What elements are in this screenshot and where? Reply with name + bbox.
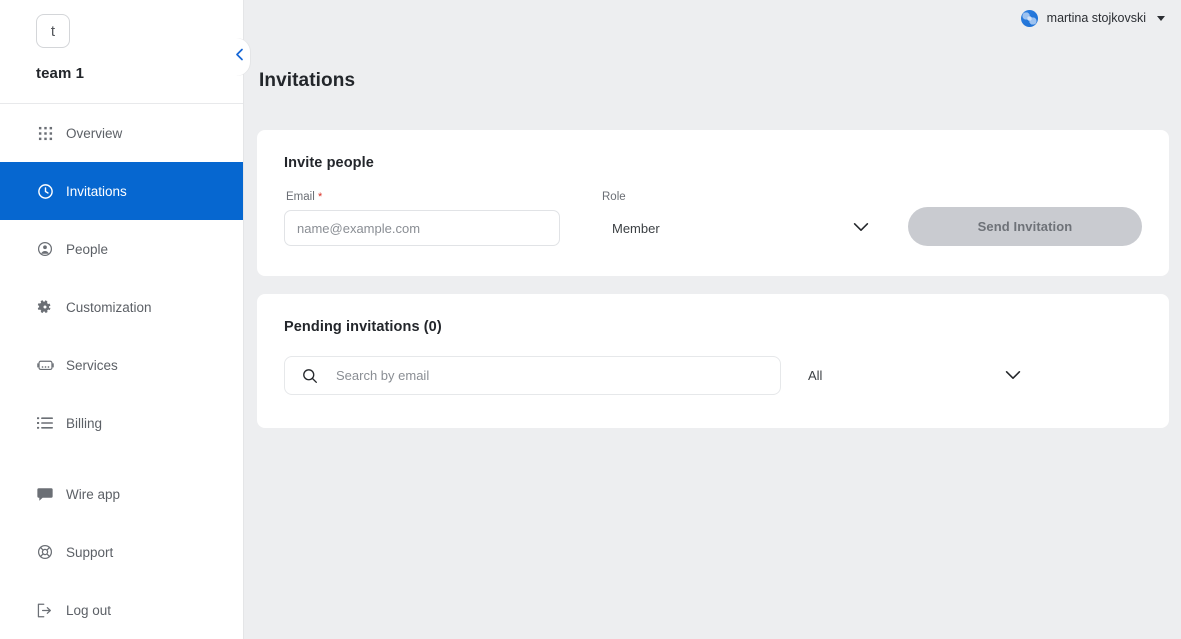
list-icon (36, 414, 54, 432)
email-label-text: Email (286, 191, 315, 204)
chevron-left-icon (235, 48, 244, 66)
page-title: Invitations (259, 69, 356, 91)
team-logo-letter: t (50, 22, 56, 40)
email-label: Email * (284, 191, 560, 203)
sidebar-collapse-button[interactable] (228, 38, 250, 76)
role-select[interactable]: Member (600, 210, 876, 246)
sidebar-item-label: Log out (66, 602, 112, 618)
email-field-group: Email * (284, 191, 560, 247)
role-label: Role (602, 191, 626, 204)
sidebar-item-customization[interactable]: Customization (0, 278, 243, 336)
chevron-down-icon (1005, 367, 1021, 385)
avatar (1020, 9, 1038, 27)
person-circle-icon (36, 240, 54, 258)
robot-icon (36, 356, 54, 374)
status-filter-value: All (808, 368, 823, 384)
gear-icon (36, 298, 54, 316)
status-filter-select[interactable]: All (808, 358, 1028, 394)
search-icon (302, 368, 318, 384)
sidebar-item-label: Wire app (66, 486, 121, 502)
email-input[interactable] (284, 210, 560, 247)
sidebar-item-people[interactable]: People (0, 220, 243, 278)
sidebar-item-wire-app[interactable]: Wire app (0, 465, 243, 523)
content-area: Invite people Email * Role Member (244, 104, 1181, 429)
sidebar-item-label: Overview (66, 125, 123, 141)
search-input[interactable] (334, 367, 780, 385)
logout-icon (36, 601, 54, 619)
team-logo[interactable]: t (36, 14, 70, 48)
app-root: t team 1 Overview Invitations People Cus… (0, 0, 1181, 639)
sidebar-item-support[interactable]: Support (0, 523, 243, 581)
sidebar-item-label: Billing (66, 415, 103, 431)
sidebar-item-label: People (66, 241, 109, 257)
required-asterisk: * (317, 191, 323, 204)
role-field-group: Role Member (600, 191, 876, 246)
grid-dots-icon (36, 124, 54, 142)
sidebar-item-label: Invitations (66, 183, 127, 199)
role-selected-value: Member (612, 220, 660, 236)
sidebar-item-label: Services (66, 357, 118, 373)
sidebar-item-billing[interactable]: Billing (0, 394, 243, 452)
team-name: team 1 (36, 65, 85, 82)
nav-divider-space (0, 452, 243, 465)
sidebar-header: t team 1 (0, 0, 243, 104)
pending-filter-row: All (257, 335, 1169, 428)
search-box[interactable] (284, 356, 781, 396)
lifebuoy-icon (36, 543, 54, 561)
user-menu[interactable]: martina stojkovski (1020, 9, 1165, 27)
invite-people-title: Invite people (284, 155, 374, 172)
chevron-down-icon (853, 219, 869, 237)
user-name: martina stojkovski (1046, 11, 1146, 25)
send-invitation-button[interactable]: Send Invitation (908, 207, 1142, 247)
invite-people-card: Invite people Email * Role Member (257, 130, 1169, 277)
invite-form-row: Email * Role Member (257, 171, 1169, 276)
chat-bubble-icon (36, 485, 54, 503)
sidebar-item-services[interactable]: Services (0, 336, 243, 394)
pending-invitations-card: Pending invitations (0) All (257, 294, 1169, 429)
sidebar-item-invitations[interactable]: Invitations (0, 162, 243, 220)
pending-invitations-title: Pending invitations (0) (284, 319, 442, 336)
sidebar-item-label: Customization (66, 299, 152, 315)
main-content: martina stojkovski Invitations Invite pe… (244, 0, 1181, 639)
sidebar-item-log-out[interactable]: Log out (0, 581, 243, 639)
caret-down-icon (1157, 15, 1165, 21)
sidebar: t team 1 Overview Invitations People Cus… (0, 0, 244, 639)
clock-icon (36, 182, 54, 200)
sidebar-item-overview[interactable]: Overview (0, 104, 243, 162)
sidebar-item-label: Support (66, 544, 114, 560)
topbar: martina stojkovski (244, 0, 1181, 36)
sidebar-nav: Overview Invitations People Customizatio… (0, 104, 243, 639)
